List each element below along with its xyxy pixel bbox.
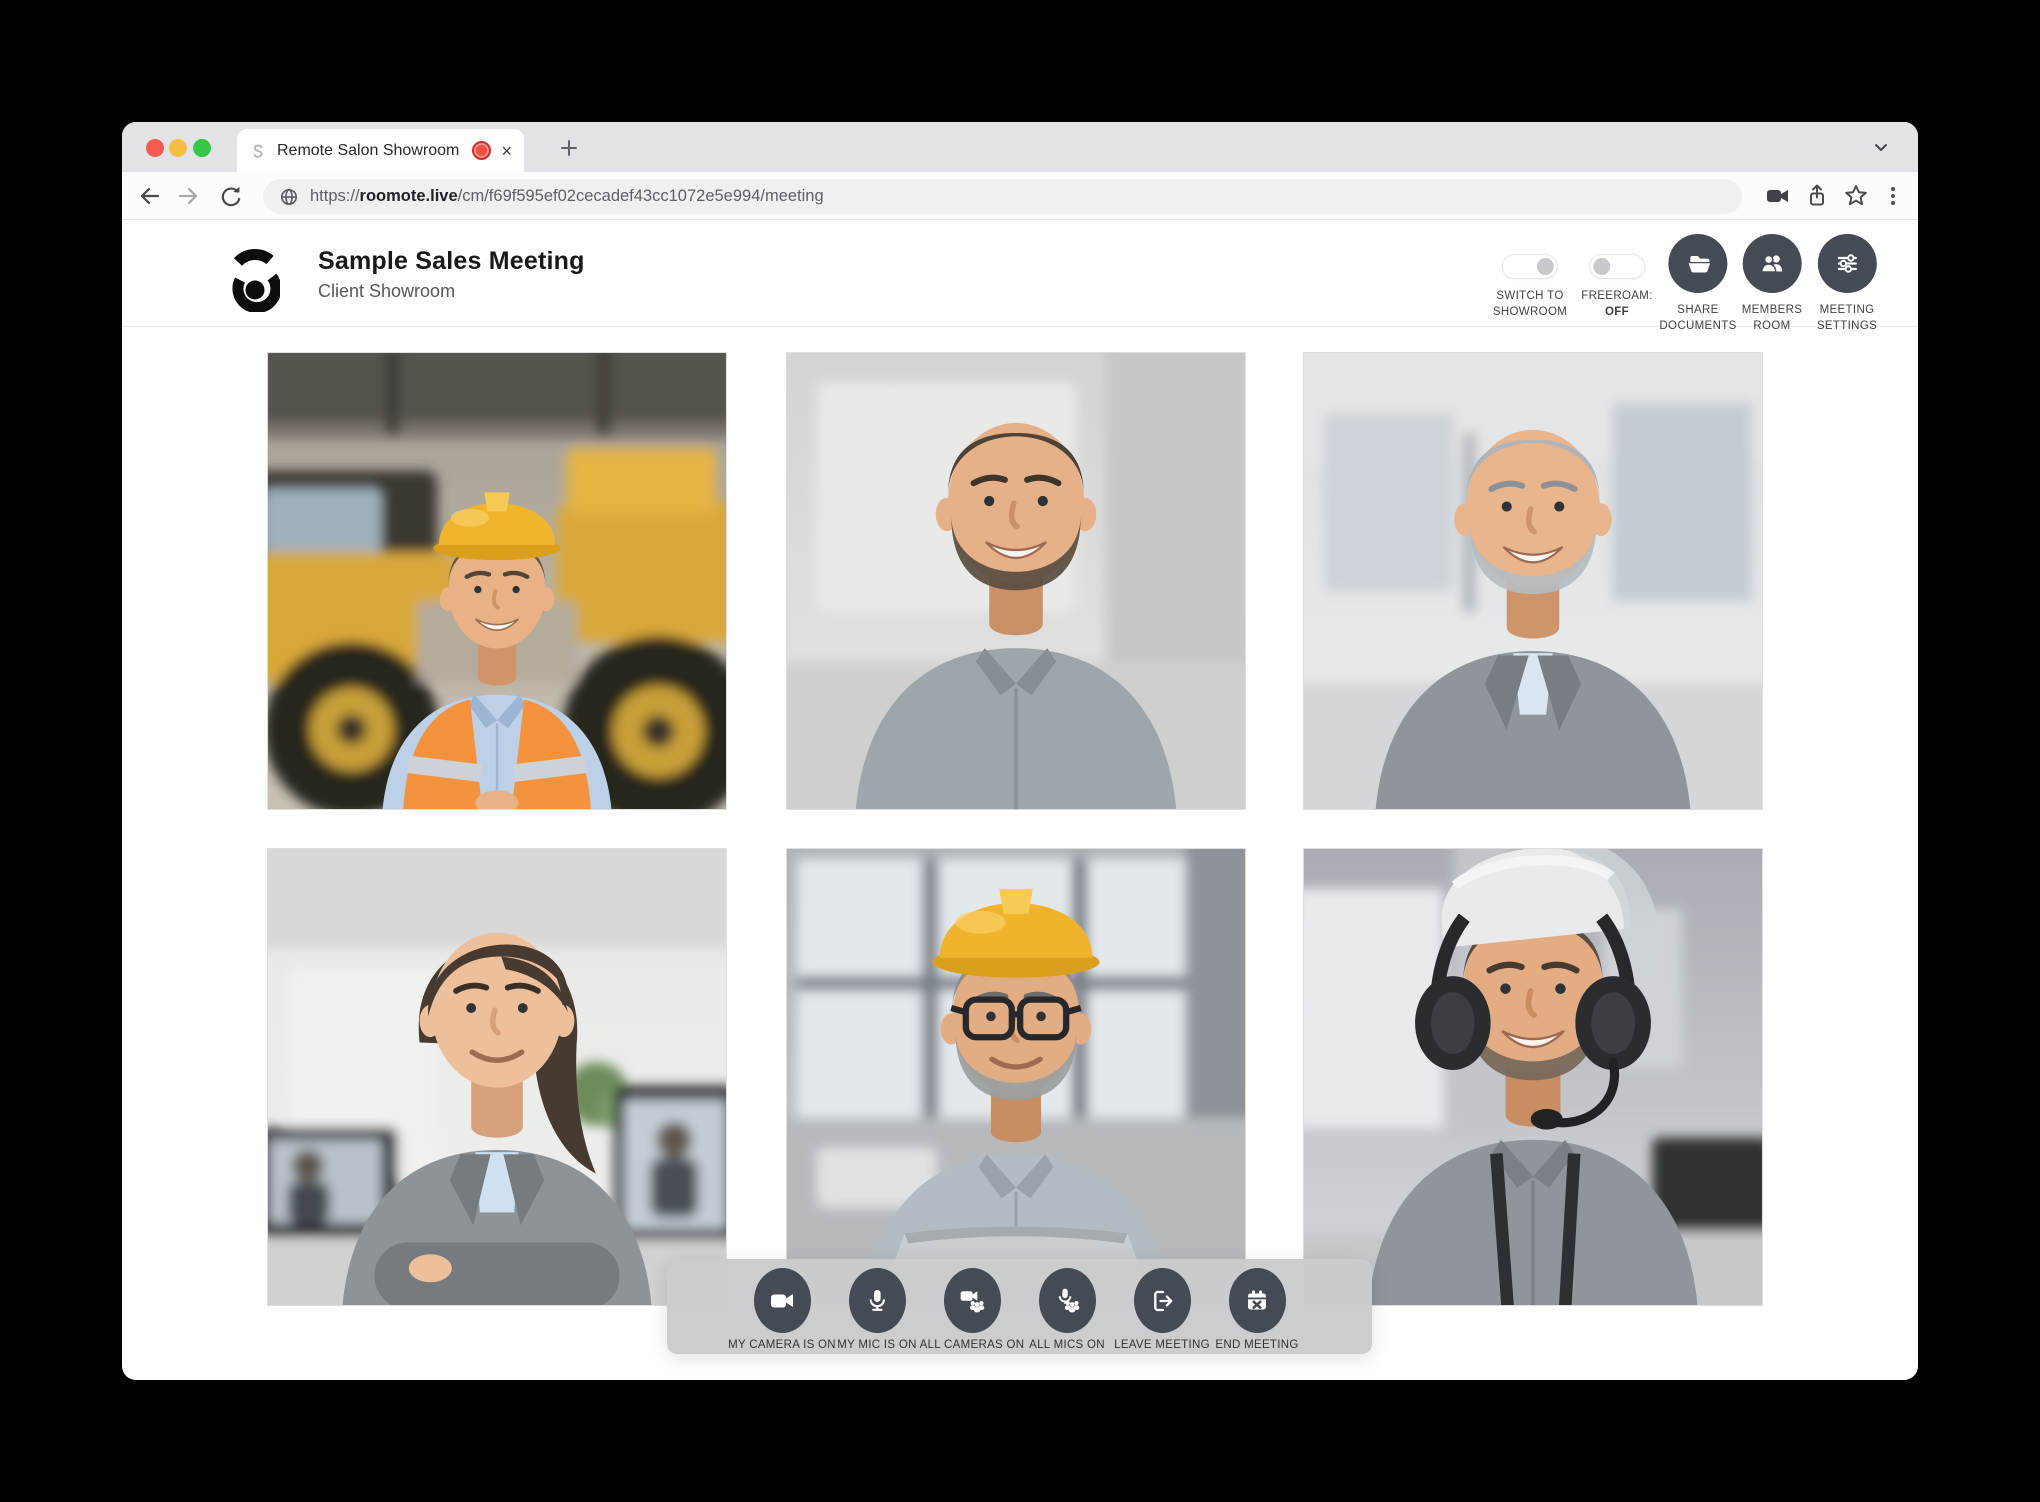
traffic-light-close[interactable]: [146, 139, 164, 157]
tab-title: Remote Salon Showroom: [277, 142, 466, 160]
my-camera-button[interactable]: [754, 1268, 811, 1333]
traffic-light-minimize[interactable]: [169, 139, 187, 157]
participant-video-5[interactable]: [786, 848, 1246, 1306]
members-room-label: MEMBERS ROOM: [1742, 302, 1803, 334]
switch-to-showroom-label: SWITCH TO SHOWROOM: [1493, 288, 1567, 320]
all-cameras-label: ALL CAMERAS ON: [920, 1339, 1025, 1351]
members-room-button[interactable]: [1742, 234, 1801, 293]
participant-video-4[interactable]: [267, 848, 727, 1306]
reload-button[interactable]: [214, 181, 246, 211]
end-meeting-label: END MEETING: [1215, 1339, 1298, 1351]
share-documents-label: SHARE DOCUMENTS: [1659, 302, 1736, 334]
meeting-settings-control: MEETING SETTINGS: [1817, 221, 1877, 327]
share-page-icon[interactable]: [1801, 181, 1833, 211]
all-cameras-control: ALL CAMERAS ON: [941, 1259, 1003, 1354]
forward-button[interactable]: [172, 181, 204, 211]
share-documents-button[interactable]: [1668, 234, 1727, 293]
all-mics-label: ALL MICS ON: [1029, 1339, 1105, 1351]
toggle-knob: [1536, 258, 1554, 276]
url-text: https://roomote.live/cm/f69f595ef02cecad…: [310, 187, 824, 206]
browser-tab[interactable]: Remote Salon Showroom ×: [237, 129, 524, 172]
roomote-logo-icon: [228, 246, 280, 312]
people-icon: [1757, 249, 1786, 278]
tab-favicon-icon: [249, 142, 267, 160]
switch-to-showroom-toggle[interactable]: [1502, 254, 1558, 279]
all-mics-control: ALL MICS ON: [1036, 1259, 1098, 1354]
leave-meeting-icon: [1148, 1287, 1176, 1315]
freeroam-label: FREEROAM: OFF: [1581, 288, 1653, 320]
all-mics-icon: [1053, 1287, 1081, 1315]
browser-window: Remote Salon Showroom × https://roomote.…: [122, 122, 1918, 1380]
tab-media-camera-icon[interactable]: [1762, 181, 1794, 211]
browser-toolbar: https://roomote.live/cm/f69f595ef02cecad…: [122, 172, 1918, 220]
all-cameras-icon: [958, 1287, 986, 1315]
recording-indicator-icon: [472, 141, 491, 160]
folder-icon: [1683, 249, 1713, 278]
share-documents-control: SHARE DOCUMENTS: [1659, 221, 1736, 327]
url-bar[interactable]: https://roomote.live/cm/f69f595ef02cecad…: [263, 179, 1742, 214]
meeting-subtitle: Client Showroom: [318, 281, 585, 302]
participant-video-6[interactable]: [1303, 848, 1763, 1306]
my-mic-icon: [863, 1287, 891, 1315]
end-meeting-control: END MEETING: [1226, 1259, 1288, 1354]
meeting-settings-button[interactable]: [1818, 234, 1877, 293]
leave-meeting-button[interactable]: [1134, 1268, 1191, 1333]
sliders-icon: [1833, 249, 1862, 278]
meeting-settings-label: MEETING SETTINGS: [1817, 302, 1877, 334]
meeting-title-block: Sample Sales Meeting Client Showroom: [318, 247, 585, 302]
bookmark-star-icon[interactable]: [1840, 181, 1872, 211]
participant-video-3[interactable]: [1303, 352, 1763, 810]
my-mic-label: MY MIC IS ON: [837, 1339, 916, 1351]
back-button[interactable]: [134, 181, 166, 211]
my-mic-button[interactable]: [849, 1268, 906, 1333]
leave-meeting-label: LEAVE MEETING: [1114, 1339, 1210, 1351]
freeroam-toggle[interactable]: [1589, 254, 1645, 279]
my-mic-control: MY MIC IS ON: [846, 1259, 908, 1354]
participant-video-1[interactable]: [267, 352, 727, 810]
tab-close-icon[interactable]: ×: [501, 142, 512, 160]
freeroam-control: FREEROAM: OFF: [1581, 221, 1653, 327]
toggle-knob: [1593, 258, 1611, 276]
browser-tab-strip: Remote Salon Showroom ×: [122, 122, 1918, 172]
my-camera-label: MY CAMERA IS ON: [728, 1339, 836, 1351]
meeting-title: Sample Sales Meeting: [318, 247, 585, 276]
switch-to-showroom-control: SWITCH TO SHOWROOM: [1493, 221, 1567, 327]
meeting-control-bar: MY CAMERA IS ON MY MIC IS ON ALL CAMERAS…: [667, 1259, 1372, 1354]
participant-video-2[interactable]: [786, 352, 1246, 810]
globe-icon: [279, 187, 299, 207]
my-camera-control: MY CAMERA IS ON: [751, 1259, 813, 1354]
traffic-light-zoom[interactable]: [193, 139, 211, 157]
new-tab-button[interactable]: [552, 134, 586, 162]
browser-menu-icon[interactable]: [1877, 181, 1909, 211]
end-meeting-button[interactable]: [1229, 1268, 1286, 1333]
members-room-control: MEMBERS ROOM: [1742, 221, 1803, 327]
all-cameras-button[interactable]: [944, 1268, 1001, 1333]
all-mics-button[interactable]: [1039, 1268, 1096, 1333]
meeting-header: Sample Sales Meeting Client Showroom SWI…: [122, 221, 1918, 327]
leave-meeting-control: LEAVE MEETING: [1131, 1259, 1193, 1354]
tab-search-chevron-icon[interactable]: [1866, 133, 1896, 161]
end-meeting-icon: [1243, 1287, 1271, 1315]
my-camera-icon: [768, 1287, 796, 1315]
